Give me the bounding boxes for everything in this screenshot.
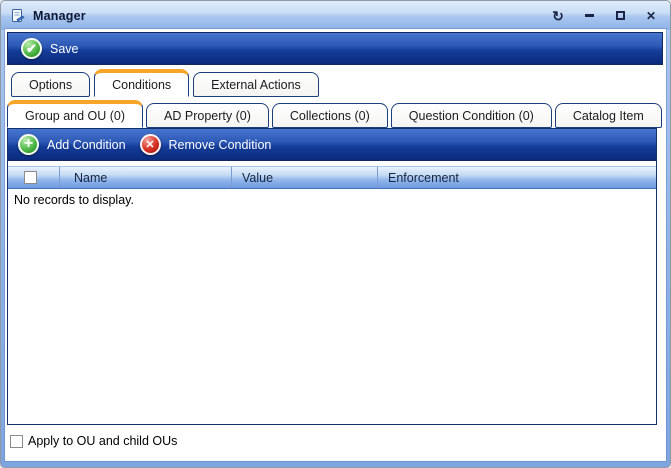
- apply-to-ou-checkbox[interactable]: [10, 435, 23, 448]
- save-toolbar: ✔ Save: [7, 32, 663, 65]
- column-header-enforcement[interactable]: Enforcement: [378, 167, 656, 188]
- close-icon[interactable]: ✕: [644, 9, 658, 23]
- add-condition-label: Add Condition: [47, 138, 126, 152]
- select-all-checkbox[interactable]: [24, 171, 37, 184]
- grid-header-row: Name Value Enforcement: [8, 166, 656, 189]
- save-check-icon: ✔: [21, 38, 42, 59]
- grid-empty-message: No records to display.: [8, 189, 656, 211]
- tab-ad-property[interactable]: AD Property (0): [146, 103, 269, 128]
- condition-tab-strip: Group and OU (0) AD Property (0) Collect…: [7, 99, 662, 128]
- window-title: Manager: [33, 9, 86, 23]
- grid-header-checkbox-cell: [8, 167, 60, 188]
- column-header-value[interactable]: Value: [232, 167, 378, 188]
- tab-group-and-ou[interactable]: Group and OU (0): [7, 100, 143, 128]
- tab-conditions[interactable]: Conditions: [94, 69, 189, 97]
- manager-window: Manager ↻ ✕ ✔ Save Options Conditions Ex…: [0, 0, 671, 468]
- app-window-icon[interactable]: [10, 8, 26, 24]
- add-condition-button[interactable]: + Add Condition: [18, 134, 126, 155]
- maximize-icon[interactable]: [613, 9, 627, 23]
- main-tab-strip: Options Conditions External Actions: [11, 69, 319, 97]
- content-panel: ✔ Save Options Conditions External Actio…: [6, 30, 665, 460]
- conditions-grid: + Add Condition ✕ Remove Condition Name: [7, 128, 657, 425]
- tab-options[interactable]: Options: [11, 72, 90, 97]
- apply-to-ou-label: Apply to OU and child OUs: [28, 434, 177, 448]
- remove-condition-button[interactable]: ✕ Remove Condition: [140, 134, 272, 155]
- title-bar: Manager ↻ ✕: [1, 1, 670, 30]
- tab-external-actions[interactable]: External Actions: [193, 72, 319, 97]
- save-button[interactable]: ✔ Save: [21, 38, 79, 59]
- minimize-icon[interactable]: [582, 9, 596, 23]
- tab-catalog-item[interactable]: Catalog Item: [555, 103, 662, 128]
- save-button-label: Save: [50, 42, 79, 56]
- grid-toolbar: + Add Condition ✕ Remove Condition: [8, 129, 656, 161]
- apply-to-ou-row: Apply to OU and child OUs: [10, 431, 177, 451]
- add-icon: +: [18, 134, 39, 155]
- refresh-icon[interactable]: ↻: [551, 9, 565, 23]
- window-controls: ↻ ✕: [551, 9, 658, 23]
- tab-collections[interactable]: Collections (0): [272, 103, 388, 128]
- tab-question-condition[interactable]: Question Condition (0): [391, 103, 552, 128]
- column-header-name[interactable]: Name: [60, 167, 232, 188]
- remove-condition-label: Remove Condition: [169, 138, 272, 152]
- remove-icon: ✕: [140, 134, 161, 155]
